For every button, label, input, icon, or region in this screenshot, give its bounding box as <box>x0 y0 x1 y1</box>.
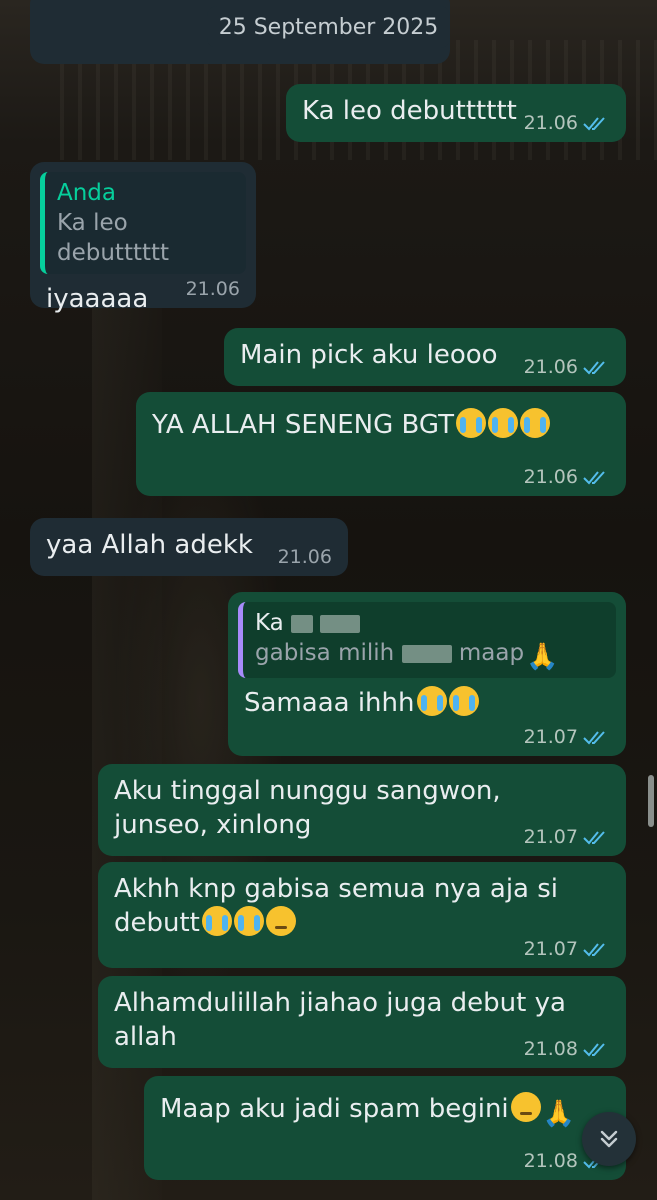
double-check-icon <box>583 1043 605 1057</box>
loudly-crying-face-icon <box>448 686 479 716</box>
quote-author: Anda <box>57 180 117 206</box>
message-outgoing[interactable]: YA ALLAH SENENG BGT 21.06 <box>136 392 626 496</box>
folded-hands-icon: 🙏 <box>542 1099 576 1129</box>
message-text: YA ALLAH SENENG BGT <box>152 410 455 440</box>
message-time: 21.07 <box>523 726 578 748</box>
chevrons-down-icon <box>600 1130 618 1148</box>
quoted-message[interactable]: Anda Ka leo debutttttt <box>40 172 246 274</box>
quote-text: Ka leo debutttttt <box>57 210 170 266</box>
redacted-text <box>291 614 314 633</box>
message-time: 21.06 <box>523 112 578 134</box>
message-time: 21.06 <box>523 356 578 378</box>
redacted-text <box>401 644 452 663</box>
double-check-icon <box>583 361 605 375</box>
scrollbar[interactable] <box>648 775 654 827</box>
message-outgoing[interactable]: Akhh knp gabisa semua nya aja si debutt … <box>98 862 626 968</box>
quoted-message[interactable]: Ka gabisa milih maap🙏 <box>238 602 616 678</box>
message-time: 21.06 <box>523 466 578 488</box>
redacted-text <box>320 614 361 633</box>
quote-text: maap <box>458 640 525 666</box>
message-outgoing[interactable]: Alhamdulillah jiahao juga debut ya allah… <box>98 976 626 1068</box>
message-incoming[interactable]: yaa Allah adekk 21.06 <box>30 518 348 576</box>
quote-text: gabisa milih <box>255 640 395 666</box>
message-time: 21.08 <box>523 1150 578 1172</box>
message-time: 21.06 <box>277 546 332 568</box>
message-incoming[interactable]: Anda Ka leo debutttttt iyaaaaa 21.06 <box>30 162 256 314</box>
message-text: Akhh knp gabisa semua nya aja si debutt <box>114 874 559 938</box>
quote-author: Ka <box>255 610 284 636</box>
message-text: Maap aku jadi spam begini <box>160 1094 509 1124</box>
loudly-crying-face-icon <box>416 686 447 716</box>
double-check-icon <box>583 943 605 957</box>
loudly-crying-face-icon <box>201 906 232 936</box>
message-outgoing[interactable]: Ka gabisa milih maap🙏 Samaaa ihhh 21.07 <box>228 592 626 756</box>
double-check-icon <box>583 731 605 745</box>
double-check-icon <box>583 831 605 845</box>
date-chip: 25 September 2025 <box>207 6 450 48</box>
message-time: 21.07 <box>523 826 578 848</box>
message-outgoing[interactable]: Main pick aku leooo 21.06 <box>224 328 626 386</box>
message-outgoing[interactable]: Aku tinggal nunggu sangwon, junseo, xinl… <box>98 764 626 856</box>
message-outgoing[interactable]: Maap aku jadi spam begini 🙏 21.08 <box>144 1076 626 1180</box>
message-time: 21.08 <box>523 1038 578 1060</box>
message-time: 21.07 <box>523 938 578 960</box>
message-time: 21.06 <box>185 278 240 300</box>
message-text: Samaaa ihhh <box>244 688 415 718</box>
message-outgoing[interactable]: Ka leo debutttttt 21.06 <box>286 84 626 142</box>
folded-hands-icon: 🙏 <box>526 642 559 672</box>
loudly-crying-face-icon <box>233 906 264 936</box>
double-check-icon <box>583 117 605 131</box>
loudly-crying-face-icon <box>520 408 551 438</box>
pensive-face-icon <box>510 1092 541 1122</box>
double-check-icon <box>583 471 605 485</box>
loudly-crying-face-icon <box>456 408 487 438</box>
pensive-face-icon <box>265 906 296 936</box>
scroll-to-bottom-button[interactable] <box>582 1112 636 1166</box>
loudly-crying-face-icon <box>488 408 519 438</box>
